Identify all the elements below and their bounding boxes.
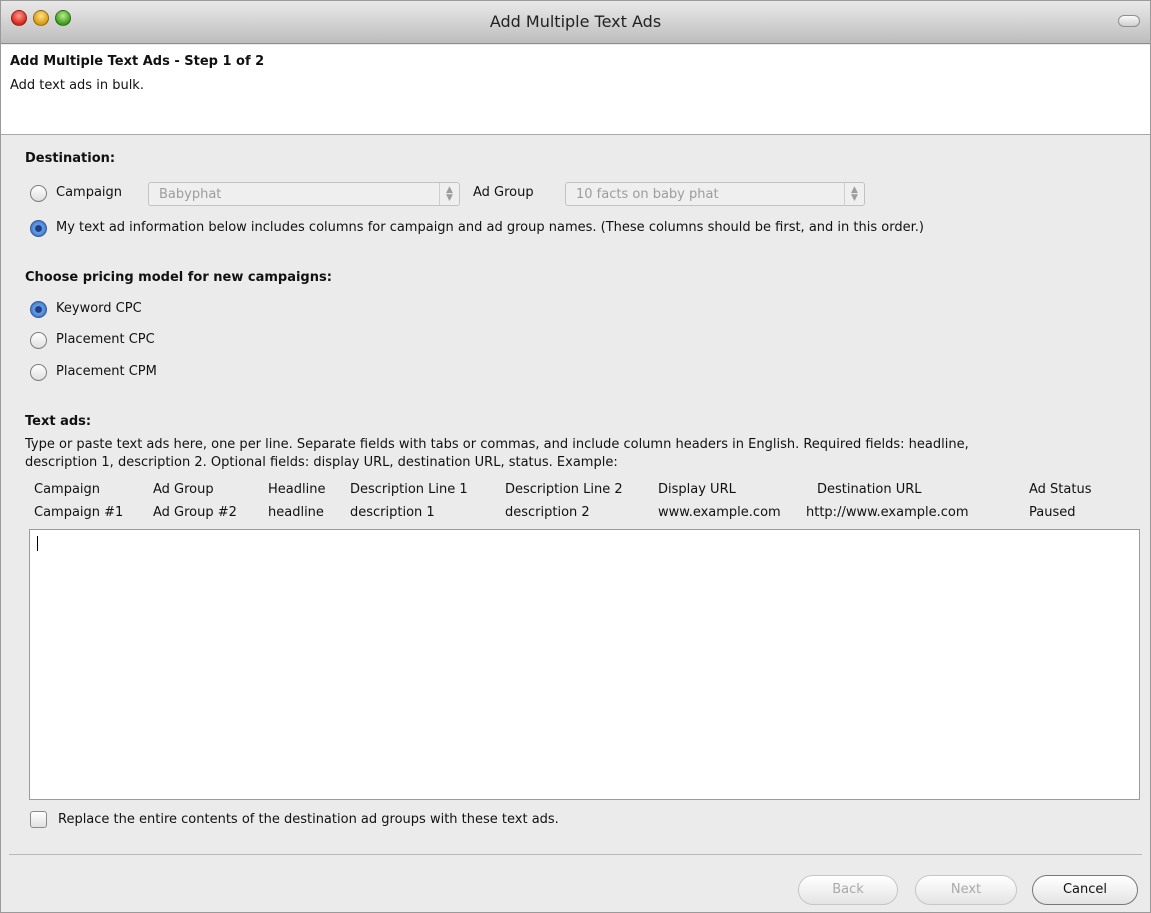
columns-included-radio[interactable] <box>30 220 47 237</box>
example-header-destination-url: Destination URL <box>817 482 922 497</box>
text-ads-heading: Text ads: <box>25 414 92 429</box>
campaign-select-value: Babyphat <box>159 187 222 202</box>
keyword-cpc-label[interactable]: Keyword CPC <box>56 301 142 316</box>
placement-cpm-radio[interactable] <box>30 364 47 381</box>
step-subtitle: Add text ads in bulk. <box>10 78 144 93</box>
cancel-button[interactable]: Cancel <box>1032 875 1138 905</box>
campaign-radio[interactable] <box>30 185 47 202</box>
dialog-window: Add Multiple Text Ads Add Multiple Text … <box>0 0 1151 913</box>
example-header-campaign: Campaign <box>34 482 101 497</box>
wizard-header: Add Multiple Text Ads - Step 1 of 2 Add … <box>1 45 1150 135</box>
example-header-display-url: Display URL <box>658 482 736 497</box>
replace-contents-label[interactable]: Replace the entire contents of the desti… <box>58 812 559 827</box>
step-title: Add Multiple Text Ads - Step 1 of 2 <box>10 54 265 69</box>
example-value-description-1: description 1 <box>350 505 435 520</box>
ad-group-select[interactable]: 10 facts on baby phat ▲ ▼ <box>565 182 865 206</box>
placement-cpc-radio[interactable] <box>30 332 47 349</box>
example-value-ad-status: Paused <box>1029 505 1076 520</box>
text-ads-input[interactable] <box>29 529 1140 800</box>
example-header-description-1: Description Line 1 <box>350 482 468 497</box>
example-value-destination-url: http://www.example.com <box>806 505 969 520</box>
text-caret <box>37 536 38 551</box>
keyword-cpc-radio[interactable] <box>30 301 47 318</box>
next-button[interactable]: Next <box>915 875 1017 905</box>
back-button[interactable]: Back <box>798 875 898 905</box>
columns-included-label[interactable]: My text ad information below includes co… <box>56 220 924 235</box>
pricing-heading: Choose pricing model for new campaigns: <box>25 270 332 285</box>
placement-cpc-label[interactable]: Placement CPC <box>56 332 155 347</box>
example-value-campaign: Campaign #1 <box>34 505 124 520</box>
example-header-ad-status: Ad Status <box>1029 482 1092 497</box>
campaign-select[interactable]: Babyphat ▲ ▼ <box>148 182 460 206</box>
example-header-description-2: Description Line 2 <box>505 482 623 497</box>
title-bar: Add Multiple Text Ads <box>1 1 1150 44</box>
ad-group-label: Ad Group <box>473 185 534 200</box>
toolbar-toggle-icon[interactable] <box>1118 15 1140 27</box>
example-value-headline: headline <box>268 505 324 520</box>
window-title: Add Multiple Text Ads <box>489 12 662 31</box>
replace-contents-checkbox[interactable] <box>30 811 47 828</box>
example-value-display-url: www.example.com <box>658 505 781 520</box>
instructions-line-1: Type or paste text ads here, one per lin… <box>25 437 969 452</box>
stepper-arrows-icon: ▲ ▼ <box>844 183 864 205</box>
example-header-headline: Headline <box>268 482 326 497</box>
ad-group-select-value: 10 facts on baby phat <box>576 187 719 202</box>
destination-heading: Destination: <box>25 151 116 166</box>
campaign-radio-label[interactable]: Campaign <box>56 185 122 200</box>
footer-divider <box>9 854 1142 855</box>
example-value-ad-group: Ad Group #2 <box>153 505 237 520</box>
instructions-line-2: description 1, description 2. Optional f… <box>25 455 618 470</box>
placement-cpm-label[interactable]: Placement CPM <box>56 364 157 379</box>
example-header-ad-group: Ad Group <box>153 482 214 497</box>
stepper-arrows-icon: ▲ ▼ <box>439 183 459 205</box>
example-value-description-2: description 2 <box>505 505 590 520</box>
